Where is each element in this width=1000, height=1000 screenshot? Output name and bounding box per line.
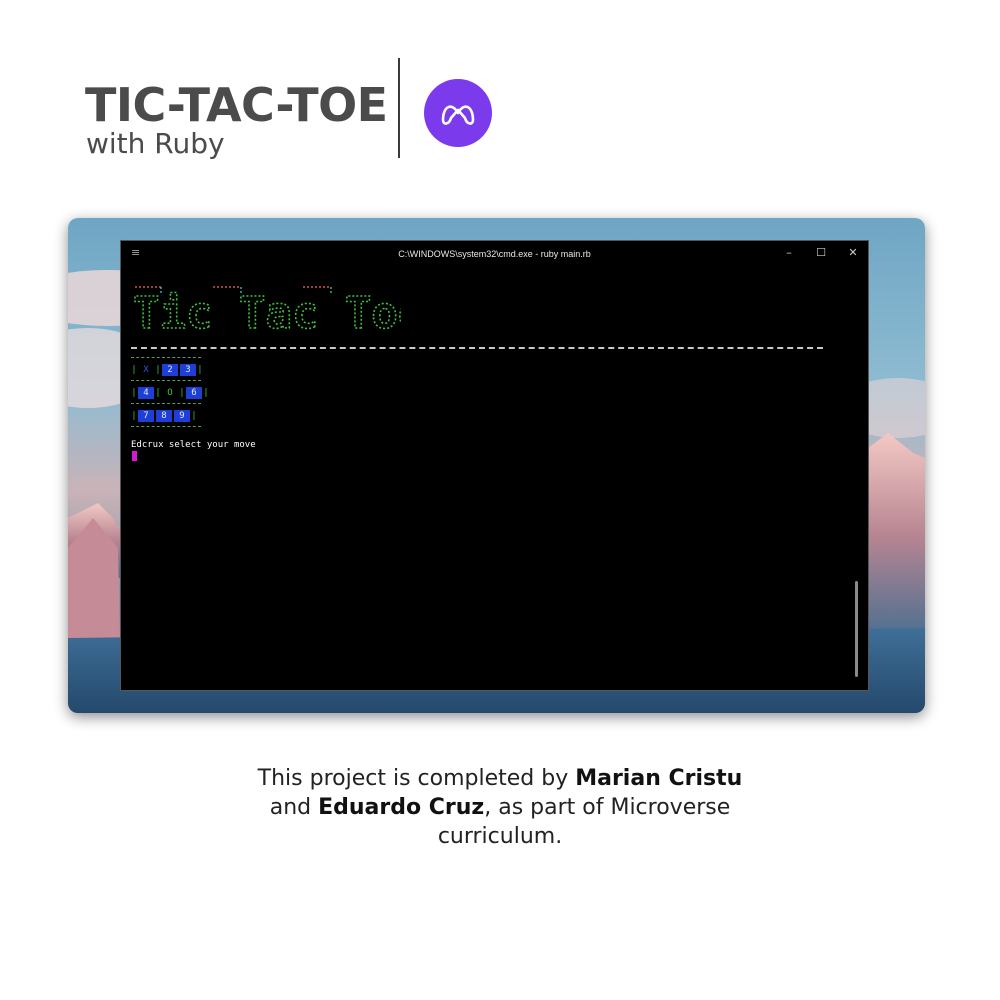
board-cell-5: O xyxy=(167,388,173,398)
board-cell-8: 8 xyxy=(156,410,172,422)
board-pipe: | xyxy=(131,411,137,421)
close-button[interactable]: ✕ xyxy=(846,245,860,261)
header-divider xyxy=(398,58,400,158)
minimize-button[interactable]: – xyxy=(782,245,796,261)
board-separator xyxy=(131,426,201,432)
scrollbar[interactable] xyxy=(855,581,858,677)
board-pipe: | xyxy=(131,365,137,375)
window-controls: – ☐ ✕ xyxy=(782,245,860,261)
board-cell-4: 4 xyxy=(138,387,154,399)
credits-line-2: and Eduardo Cruz, as part of Microverse xyxy=(200,793,800,822)
board-row: | X | 2 3 | xyxy=(131,363,209,377)
credits-prefix: This project is completed by xyxy=(257,766,576,791)
board-cell-9: 9 xyxy=(174,410,190,422)
board-pipe: | xyxy=(155,365,161,375)
board-pipe: | xyxy=(155,388,161,398)
ascii-banner: Tic Tac Toe xyxy=(132,286,401,337)
page-subtitle: with Ruby xyxy=(86,127,225,160)
board-cell-3: 3 xyxy=(180,364,196,376)
window-title: C:\WINDOWS\system32\cmd.exe - ruby main.… xyxy=(398,249,591,259)
board-pipe: | xyxy=(179,388,185,398)
terminal-window[interactable]: ≡ C:\WINDOWS\system32\cmd.exe - ruby mai… xyxy=(120,240,869,691)
credits-suffix: , as part of Microverse xyxy=(484,795,731,820)
page-title: TIC-TAC-TOE xyxy=(85,78,388,132)
microverse-logo-icon xyxy=(424,79,492,147)
board-row: | 4 | O | 6 | xyxy=(131,386,209,400)
credits-and: and xyxy=(269,795,319,820)
game-board: | X | 2 3 | | 4 | O | 6 | | 7 8 9 | xyxy=(131,354,209,432)
board-row: | 7 8 9 | xyxy=(131,409,209,423)
board-cell-2: 2 xyxy=(162,364,178,376)
text-cursor[interactable] xyxy=(132,451,137,461)
window-titlebar[interactable]: ≡ C:\WINDOWS\system32\cmd.exe - ruby mai… xyxy=(121,241,868,267)
credits-line-3: curriculum. xyxy=(437,824,563,849)
move-prompt: Edcrux select your move xyxy=(131,440,256,450)
credits-line-1: This project is completed by Marian Cris… xyxy=(200,764,800,793)
credits-footer: This project is completed by Marian Cris… xyxy=(200,764,800,851)
board-pipe: | xyxy=(191,411,197,421)
author-name-2: Eduardo Cruz xyxy=(318,795,485,820)
logo-glyph-icon xyxy=(441,105,475,125)
screenshot-frame: ≡ C:\WINDOWS\system32\cmd.exe - ruby mai… xyxy=(68,218,925,713)
separator-rule xyxy=(131,347,823,349)
board-cell-6: 6 xyxy=(186,387,202,399)
author-name-1: Marian Cristu xyxy=(575,766,743,791)
board-pipe: | xyxy=(197,365,203,375)
header: TIC-TAC-TOE with Ruby xyxy=(0,0,1000,200)
banner-text: Tic Tac Toe xyxy=(133,288,401,337)
maximize-button[interactable]: ☐ xyxy=(814,245,828,261)
board-pipe: | xyxy=(131,388,137,398)
board-cell-7: 7 xyxy=(138,410,154,422)
board-cell-1: X xyxy=(143,365,149,375)
board-pipe: | xyxy=(203,388,209,398)
